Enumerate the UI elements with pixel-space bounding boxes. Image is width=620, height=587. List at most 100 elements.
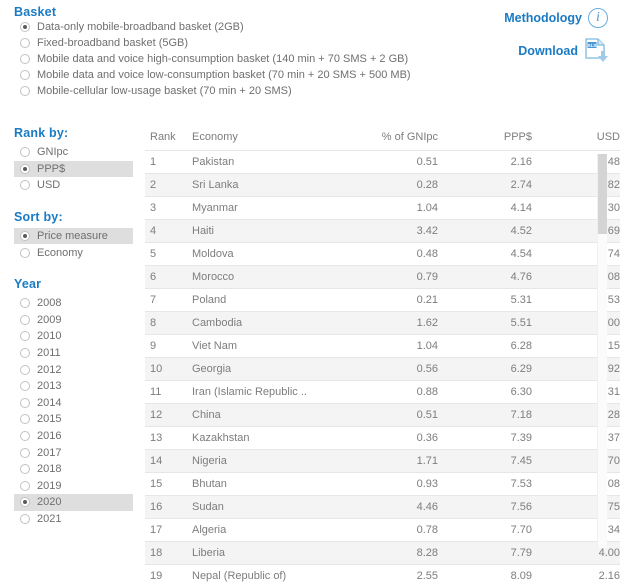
sort-by-options-list: Price measureEconomy xyxy=(14,228,139,261)
rank-by-option-0[interactable]: GNIpc xyxy=(14,144,133,161)
cell-gnipc: 0.28 xyxy=(348,174,444,197)
basket-option-2[interactable]: Mobile data and voice high-consumption b… xyxy=(14,51,484,67)
rank-by-option-1[interactable]: PPP$ xyxy=(14,161,133,178)
cell-rank: 1 xyxy=(145,151,184,174)
cell-rank: 4 xyxy=(145,220,184,243)
column-header-usd[interactable]: USD xyxy=(538,128,620,151)
xls-download-icon: XLS xyxy=(584,38,608,64)
table-row[interactable]: 9Viet Nam1.046.282.15 xyxy=(145,335,620,358)
table-row[interactable]: 16Sudan4.467.561.75 xyxy=(145,496,620,519)
basket-option-4[interactable]: Mobile-cellular low-usage basket (70 min… xyxy=(14,83,484,99)
cell-ppp: 7.18 xyxy=(444,404,538,427)
radio-icon[interactable] xyxy=(20,54,30,64)
table-row[interactable]: 3Myanmar1.044.141.30 xyxy=(145,197,620,220)
table-row[interactable]: 2Sri Lanka0.282.740.82 xyxy=(145,174,620,197)
table-row[interactable]: 11Iran (Islamic Republic ..0.886.303.31 xyxy=(145,381,620,404)
table-row[interactable]: 13Kazakhstan0.367.392.37 xyxy=(145,427,620,450)
cell-gnipc: 0.93 xyxy=(348,473,444,496)
year-option-1[interactable]: 2009 xyxy=(14,312,133,329)
radio-icon[interactable] xyxy=(20,398,30,408)
year-option-10[interactable]: 2018 xyxy=(14,461,133,478)
radio-icon[interactable] xyxy=(20,431,30,441)
year-options-list: 2008 200920102011 2012 20132014201520162017… xyxy=(14,295,139,527)
radio-icon[interactable] xyxy=(20,348,30,358)
basket-option-1[interactable]: Fixed-broadband basket (5GB) xyxy=(14,35,484,51)
cell-usd: 2.00 xyxy=(538,312,620,335)
table-row[interactable]: 5Moldova0.484.541.74 xyxy=(145,243,620,266)
radio-icon[interactable] xyxy=(20,497,30,507)
year-option-label: 2008 xyxy=(37,297,61,309)
cell-usd: 1.92 xyxy=(538,358,620,381)
radio-icon[interactable] xyxy=(20,180,30,190)
basket-option-label: Mobile data and voice high-consumption b… xyxy=(37,53,408,65)
year-option-9[interactable]: 2017 xyxy=(14,444,133,461)
radio-icon[interactable] xyxy=(20,365,30,375)
table-row[interactable]: 7Poland0.215.312.53 xyxy=(145,289,620,312)
year-option-8[interactable]: 2016 xyxy=(14,428,133,445)
radio-icon[interactable] xyxy=(20,514,30,524)
cell-usd: 2.16 xyxy=(538,565,620,587)
year-option-12[interactable]: 2020 xyxy=(14,494,133,511)
cell-economy: Sudan xyxy=(184,496,348,519)
column-header-economy[interactable]: Economy xyxy=(184,128,348,151)
column-header-rank[interactable]: Rank xyxy=(145,128,184,151)
sort-by-option-1[interactable]: Economy xyxy=(14,244,133,261)
year-option-6[interactable]: 2014 xyxy=(14,395,133,412)
table-row[interactable]: 4Haiti3.424.521.69 xyxy=(145,220,620,243)
table-row[interactable]: 1Pakistan0.512.160.48 xyxy=(145,151,620,174)
radio-icon[interactable] xyxy=(20,464,30,474)
radio-icon[interactable] xyxy=(20,22,30,32)
radio-icon[interactable] xyxy=(20,331,30,341)
table-row[interactable]: 6Morocco0.794.762.08 xyxy=(145,266,620,289)
cell-usd: 3.31 xyxy=(538,381,620,404)
table-row[interactable]: 14Nigeria1.717.452.70 xyxy=(145,450,620,473)
cell-gnipc: 0.36 xyxy=(348,427,444,450)
radio-icon[interactable] xyxy=(20,448,30,458)
download-link[interactable]: Download XLS xyxy=(478,38,608,64)
year-option-3[interactable]: 2011 xyxy=(14,345,133,362)
radio-icon[interactable] xyxy=(20,164,30,174)
cell-economy: China xyxy=(184,404,348,427)
radio-icon[interactable] xyxy=(20,298,30,308)
radio-icon[interactable] xyxy=(20,481,30,491)
radio-icon[interactable] xyxy=(20,248,30,258)
sort-by-option-0[interactable]: Price measure xyxy=(14,228,133,245)
year-option-7[interactable]: 2015 xyxy=(14,411,133,428)
rank-by-option-2[interactable]: USD xyxy=(14,177,133,194)
radio-icon[interactable] xyxy=(20,86,30,96)
table-row[interactable]: 10Georgia0.566.291.92 xyxy=(145,358,620,381)
year-option-label: 2012 xyxy=(37,364,61,376)
cell-economy: Nepal (Republic of) xyxy=(184,565,348,587)
basket-option-label: Data-only mobile-broadband basket (2GB) xyxy=(37,21,244,33)
year-option-5[interactable]: 2013 xyxy=(14,378,133,395)
basket-option-0[interactable]: Data-only mobile-broadband basket (2GB) xyxy=(14,19,484,35)
radio-icon[interactable] xyxy=(20,381,30,391)
radio-icon[interactable] xyxy=(20,147,30,157)
table-row[interactable]: 19Nepal (Republic of)2.558.092.16 xyxy=(145,565,620,587)
table-scrollbar-track[interactable] xyxy=(597,154,607,548)
year-option-0[interactable]: 2008 xyxy=(14,295,133,312)
radio-icon[interactable] xyxy=(20,414,30,424)
basket-option-3[interactable]: Mobile data and voice low-consumption ba… xyxy=(14,67,484,83)
year-option-2[interactable]: 2010 xyxy=(14,328,133,345)
cell-gnipc: 1.04 xyxy=(348,335,444,358)
table-row[interactable]: 12China0.517.184.28 xyxy=(145,404,620,427)
table-row[interactable]: 8Cambodia1.625.512.00 xyxy=(145,312,620,335)
table-row[interactable]: 17Algeria0.787.702.34 xyxy=(145,519,620,542)
table-scrollbar-thumb[interactable] xyxy=(598,154,607,234)
radio-icon[interactable] xyxy=(20,38,30,48)
cell-usd: 1.75 xyxy=(538,496,620,519)
column-header-gnipc[interactable]: % of GNIpc xyxy=(348,128,444,151)
radio-icon[interactable] xyxy=(20,70,30,80)
table-row[interactable]: 18Liberia8.287.794.00 xyxy=(145,542,620,565)
year-option-4[interactable]: 2012 xyxy=(14,361,133,378)
radio-icon[interactable] xyxy=(20,231,30,241)
cell-gnipc: 0.21 xyxy=(348,289,444,312)
radio-icon[interactable] xyxy=(20,315,30,325)
methodology-link[interactable]: Methodology i xyxy=(478,8,608,28)
sort-by-group: Sort by: Price measureEconomy xyxy=(14,210,139,261)
column-header-ppp[interactable]: PPP$ xyxy=(444,128,538,151)
year-option-11[interactable]: 2019 xyxy=(14,478,133,495)
table-row[interactable]: 15Bhutan0.937.532.08 xyxy=(145,473,620,496)
year-option-13[interactable]: 2021 xyxy=(14,511,133,528)
